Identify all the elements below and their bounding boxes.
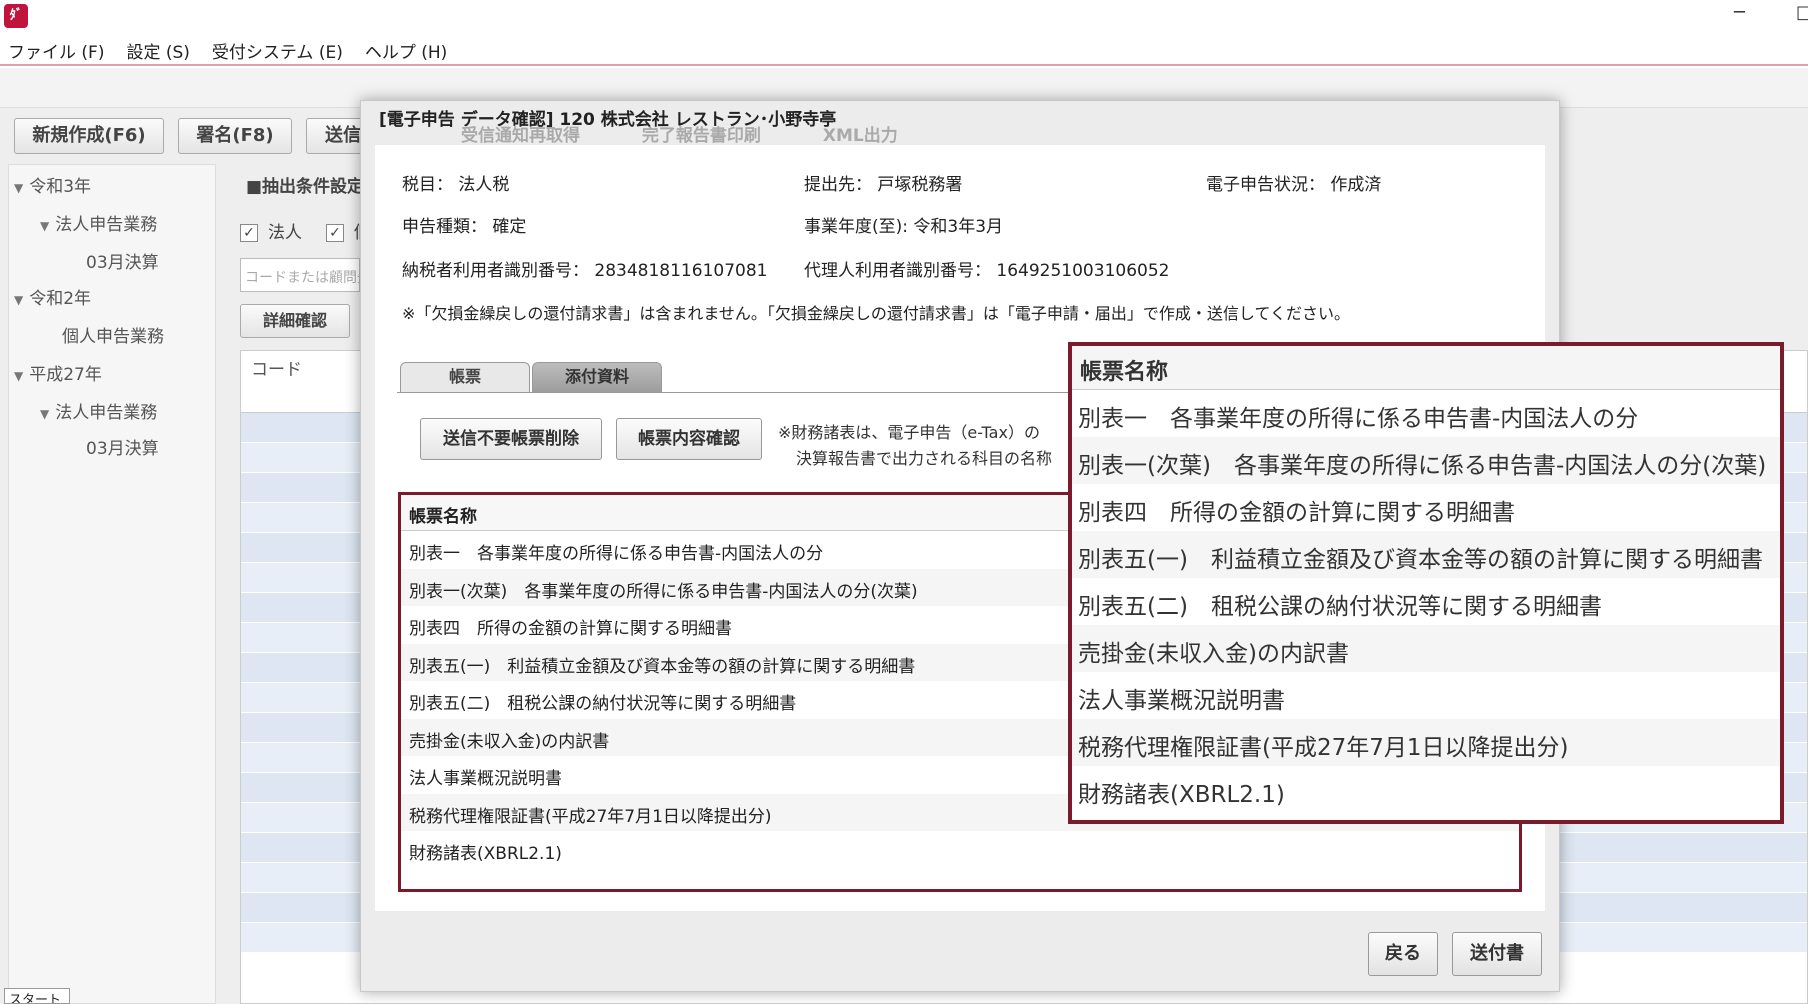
tree-march-closing-2[interactable]: 03月決算 [86, 434, 159, 459]
cover-letter-button[interactable]: 送付書 [1452, 932, 1542, 976]
filter-corp-checkbox[interactable]: ✓ 法人 [240, 218, 302, 243]
refund-request-note: ※「欠損金繰戻しの還付請求書」は含まれません。「欠損金繰戻しの還付請求書」は「電… [402, 304, 1350, 323]
caret-down-icon: ▼ [14, 369, 24, 383]
tax-item-label: 税目： 法人税 [402, 175, 510, 195]
agent-id-label: 代理人利用者識別番号： 1649251003106052 [804, 261, 1170, 281]
confirm-form-contents-button[interactable]: 帳票内容確認 [616, 418, 762, 460]
fiscal-year-label: 事業年度(至): 令和3年3月 [804, 217, 1004, 237]
detail-confirm-button[interactable]: 詳細確認 [240, 304, 350, 338]
filing-status-label: 電子申告状況： 作成済 [1206, 175, 1382, 195]
start-label: スタート [4, 988, 70, 1004]
filter-section-title: ■抽出条件設定 [246, 177, 365, 197]
menu-file[interactable]: ファイル (F) [8, 38, 104, 63]
tree-corporate-filing-2[interactable]: ▼ 法人申告業務 [40, 398, 157, 423]
list-item[interactable]: 財務諸表(XBRL2.1) [401, 831, 1519, 869]
minimize-button[interactable]: ─ [1734, 2, 1745, 23]
taxpayer-id-label: 納税者利用者識別番号： 2834818116107081 [402, 261, 768, 281]
zoom-list-item: 税務代理権限証書(平成27年7月1日以降提出分) [1072, 719, 1780, 766]
checkbox-checked-icon: ✓ [240, 224, 258, 242]
tree-march-closing[interactable]: 03月決算 [86, 248, 159, 273]
return-type-label: 申告種類： 確定 [402, 217, 527, 237]
menu-settings[interactable]: 設定 (S) [126, 38, 189, 63]
zoom-list-item: 法人事業概況説明書 [1078, 688, 1285, 714]
caret-down-icon: ▼ [14, 293, 24, 307]
dialog-title: [電子申告 データ確認] 120 株式会社 レストラン･小野寺亭 [379, 110, 837, 130]
zoom-list-item: 別表四 所得の金額の計算に関する明細書 [1078, 500, 1515, 526]
zoom-list-item: 財務諸表(XBRL2.1) [1078, 782, 1285, 808]
financial-statement-note: ※財務諸表は、電子申告（e-Tax）の 決算報告書で出力される科目の名称 [778, 423, 1053, 468]
submit-office-label: 提出先： 戸塚税務署 [804, 175, 963, 195]
sign-button[interactable]: 署名(F8) [178, 118, 292, 154]
tab-forms[interactable]: 帳票 [400, 362, 530, 392]
menu-bar: ファイル (F) 設定 (S) 受付システム (E) ヘルプ (H) [0, 36, 1808, 66]
menu-help[interactable]: ヘルプ (H) [365, 38, 447, 63]
zoom-list-item: 別表一 各事業年度の所得に係る申告書-内国法人の分 [1078, 406, 1639, 432]
tree-year-reiwa2[interactable]: ▼ 令和2年 [14, 284, 91, 309]
zoomed-form-list-callout: 帳票名称 別表一 各事業年度の所得に係る申告書-内国法人の分 別表一(次葉) 各… [1068, 342, 1784, 824]
tree-year-heisei27[interactable]: ▼ 平成27年 [14, 360, 102, 385]
zoom-list-header: 帳票名称 [1072, 346, 1780, 390]
zoom-list-item: 別表五(二) 租税公課の納付状況等に関する明細書 [1078, 594, 1602, 620]
menu-reception-system[interactable]: 受付システム (E) [212, 38, 343, 63]
caret-down-icon: ▼ [40, 407, 50, 421]
tree-corporate-filing[interactable]: ▼ 法人申告業務 [40, 210, 157, 235]
code-search-input[interactable]: コードまたは顧問先 [240, 258, 360, 292]
checkbox-checked-icon: ✓ [326, 224, 344, 242]
delete-unneeded-forms-button[interactable]: 送信不要帳票削除 [420, 418, 602, 460]
caret-down-icon: ▼ [14, 181, 24, 195]
new-create-button[interactable]: 新規作成(F6) [14, 118, 164, 154]
tree-year-reiwa3[interactable]: ▼ 令和3年 [14, 172, 91, 197]
back-button[interactable]: 戻る [1368, 932, 1438, 976]
tree-individual-filing[interactable]: 個人申告業務 [62, 322, 164, 347]
caret-down-icon: ▼ [40, 219, 50, 233]
app-logo-icon: ﾀﾞ [4, 4, 28, 28]
tab-attachments[interactable]: 添付資料 [532, 362, 662, 392]
maximize-button[interactable]: □ [1796, 2, 1808, 23]
zoom-list-item: 別表五(一) 利益積立金額及び資本金等の額の計算に関する明細書 [1072, 531, 1780, 578]
zoom-list-item: 別表一(次葉) 各事業年度の所得に係る申告書-内国法人の分(次葉) [1072, 437, 1780, 484]
title-bar: ﾀﾞ ─ □ [0, 0, 1808, 36]
zoom-list-item: 売掛金(未収入金)の内訳書 [1072, 625, 1780, 672]
